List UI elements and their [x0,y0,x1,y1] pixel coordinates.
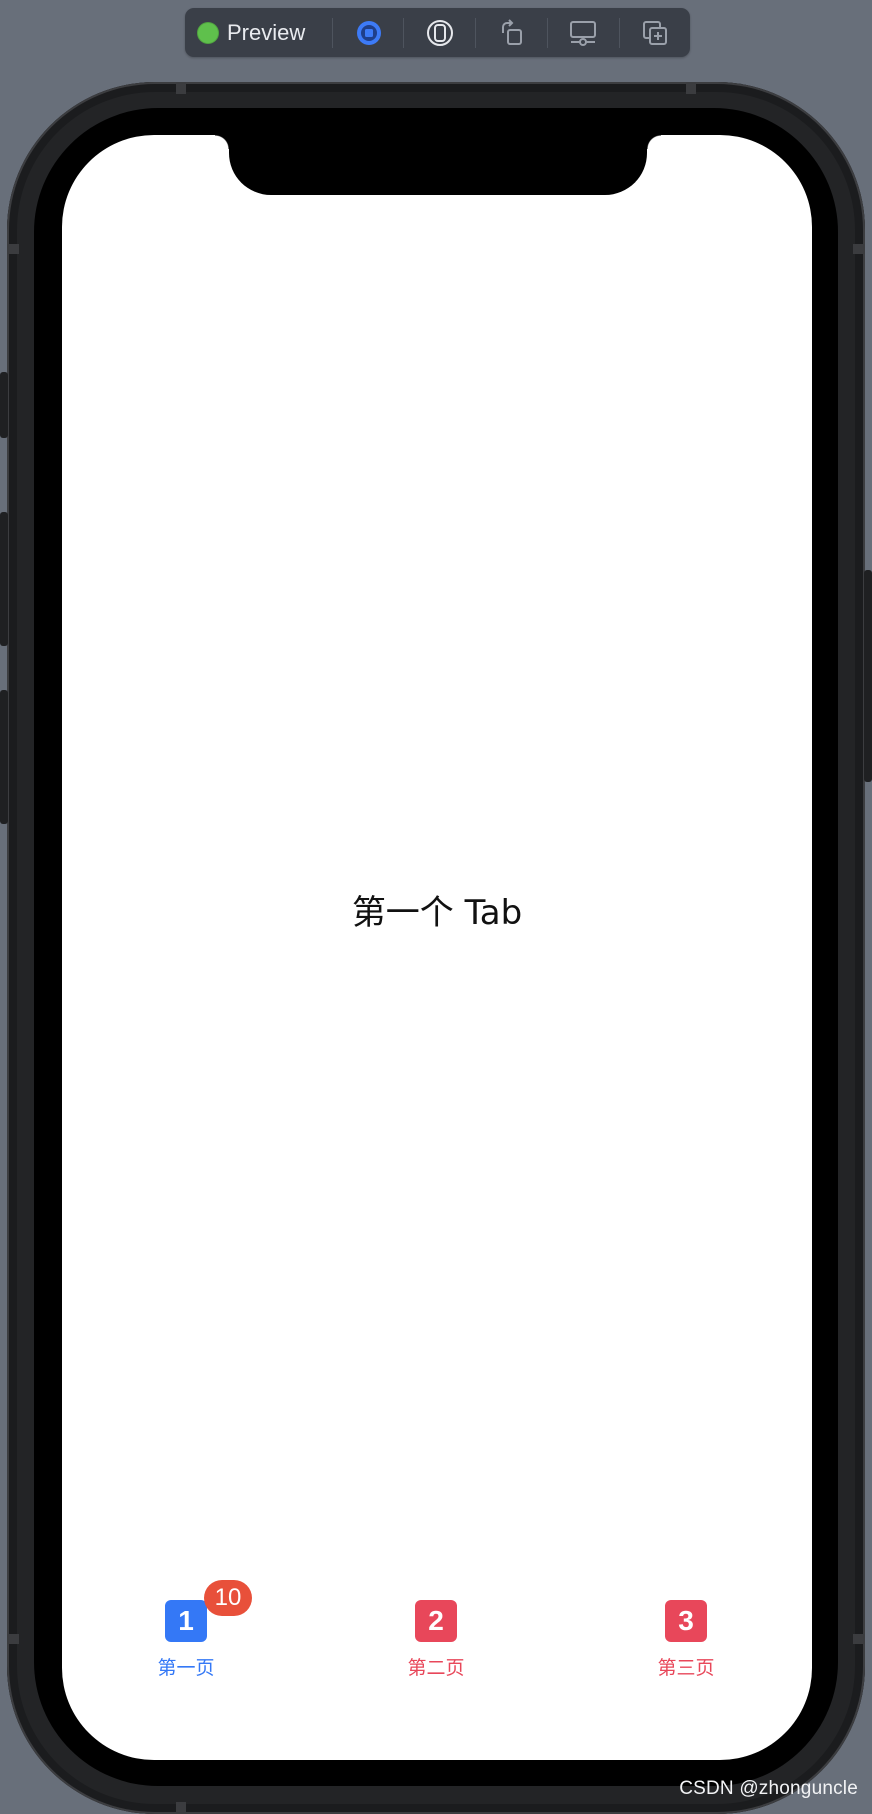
rotate-device-icon [502,19,522,45]
preview-status[interactable]: Preview [197,8,305,57]
antenna-band [853,1634,865,1644]
power-button [864,570,872,782]
toolbar-divider [547,18,548,48]
toolbar-divider [619,18,620,48]
preview-toolbar: Preview [185,8,690,57]
antenna-band [7,1634,19,1644]
duplicate-preview-icon [643,21,667,45]
toolbar-divider [403,18,404,48]
rotate-device-button[interactable] [494,16,528,50]
live-status-dot-icon [197,21,219,44]
volume-down-button [0,690,8,824]
tab-second-label: 第二页 [407,1657,465,1679]
tab-first-icon: 1 [165,1600,207,1642]
antenna-band [7,244,19,254]
toolbar-divider [475,18,476,48]
device-screen: 第一个 Tab 1 10 第一页 2 第二页 3 第三页 [62,135,812,1760]
notch [215,135,661,195]
live-preview-icon [357,21,381,45]
volume-up-button [0,512,8,646]
tab-third-icon: 3 [665,1600,707,1642]
live-preview-button[interactable] [352,16,386,50]
tab-second-icon: 2 [415,1600,457,1642]
display-settings-button[interactable] [566,16,600,50]
duplicate-preview-button[interactable] [638,16,672,50]
tab-third-label: 第三页 [657,1657,715,1679]
watermark: CSDN @zhonguncle [679,1778,858,1799]
display-settings-icon [570,21,596,46]
tab-first[interactable]: 1 10 第一页 [126,1580,252,1690]
device-settings-button[interactable] [423,16,457,50]
antenna-band [176,1802,186,1814]
device-settings-icon [427,20,453,46]
antenna-band [176,82,186,94]
notification-badge: 10 [204,1580,252,1616]
preview-title: Preview [227,19,306,45]
tab-third[interactable]: 3 第三页 [626,1600,746,1690]
tab-first-label: 第一页 [157,1657,215,1679]
silent-switch [0,372,8,438]
tab-content-text: 第一个 Tab [351,893,523,933]
toolbar-divider [332,18,333,48]
antenna-band [686,82,696,94]
tab-second[interactable]: 2 第二页 [376,1600,496,1690]
tab-bar: 1 10 第一页 2 第二页 3 第三页 [62,1580,812,1700]
antenna-band [853,244,865,254]
